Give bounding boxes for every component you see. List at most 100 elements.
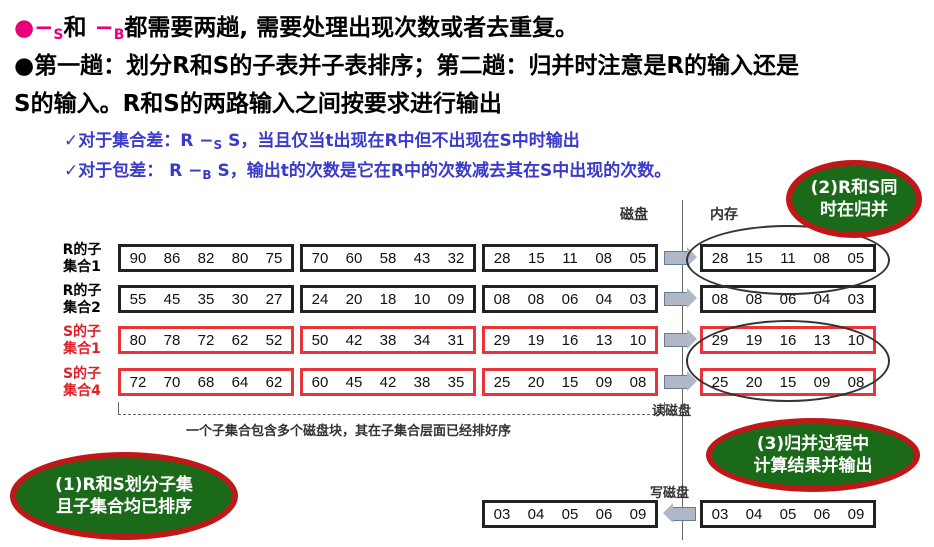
block-value: 25	[493, 373, 511, 391]
memory-value: 03	[847, 290, 865, 308]
block-value: 11	[562, 249, 578, 267]
merge-oval-s	[686, 320, 890, 402]
block-value: 08	[527, 290, 545, 308]
write-disk-label: 写磁盘	[650, 486, 690, 501]
block-value: 19	[527, 331, 545, 349]
read-arrow-icon	[664, 247, 697, 267]
output-value: 06	[813, 505, 831, 523]
block-value: 29	[493, 331, 511, 349]
op-sub-s: S	[53, 27, 64, 43]
op-minus-s: −	[34, 15, 54, 41]
output-value: 09	[629, 505, 647, 523]
block-value: 38	[379, 331, 397, 349]
disk-block: 24 20 18 10 09	[300, 285, 476, 313]
block-value: 60	[311, 373, 329, 391]
block-value: 86	[163, 249, 181, 267]
output-value: 05	[561, 505, 579, 523]
row-label: S的子 集合4	[62, 366, 102, 399]
disk-block: 08 08 06 04 03	[482, 285, 658, 313]
note-1: (1)R和S划分子集 且子集合均已排序	[16, 458, 232, 534]
block-value: 38	[413, 373, 431, 391]
block-value: 78	[163, 331, 181, 349]
block-value: 42	[345, 331, 363, 349]
block-value: 70	[311, 249, 329, 267]
header-mid: 和	[63, 15, 95, 41]
block-value: 62	[265, 373, 283, 391]
output-value: 03	[711, 505, 729, 523]
block-value: 04	[595, 290, 613, 308]
block-value: 32	[447, 249, 465, 267]
block-value: 70	[163, 373, 181, 391]
output-value: 05	[779, 505, 797, 523]
block-value: 15	[561, 373, 579, 391]
row-label: R的子 集合2	[62, 283, 102, 316]
disk-block: 29 19 16 13 10	[482, 326, 658, 354]
block-value: 60	[345, 249, 363, 267]
block-value: 09	[447, 290, 465, 308]
block-value: 35	[447, 373, 465, 391]
read-disk-label: 读磁盘	[652, 404, 692, 419]
read-arrow-icon	[664, 329, 697, 349]
check-bag-difference: ✓对于包差： R −B S，输出t的次数是它在R中的次数减去其在S中出现的次数。	[64, 156, 671, 182]
output-disk-block: 03 04 05 06 09	[482, 500, 658, 528]
disk-block: 55 45 35 30 27	[118, 285, 294, 313]
block-value: 52	[265, 331, 283, 349]
block-value: 62	[231, 331, 249, 349]
disk-block: 60 45 42 38 35	[300, 368, 476, 396]
check-pre: ✓对于集合差：R	[64, 131, 200, 151]
output-value: 04	[745, 505, 763, 523]
note-2: (2)R和S同 时在归并	[792, 166, 916, 232]
block-value: 03	[629, 290, 647, 308]
disk-block: 50 42 38 34 31	[300, 326, 476, 354]
block-value: 13	[595, 331, 613, 349]
block-value: 80	[231, 249, 249, 267]
block-value: 08	[595, 249, 612, 267]
block-value: 72	[197, 331, 215, 349]
block-value: 05	[629, 249, 647, 267]
block-value: 20	[345, 290, 363, 308]
header-line-2: ●第一趟：划分R和S的子表并子表排序；第二趟：归并时注意是R的输入还是	[14, 53, 800, 79]
block-value: 24	[311, 290, 329, 308]
block-value: 10	[413, 290, 431, 308]
block-value: 35	[197, 290, 215, 308]
disk-block: 28 15 11 08 05	[482, 244, 658, 272]
check-post: S，当且仅当t出现在R中但不出现在S中时输出	[222, 131, 580, 151]
op-minus-b: −	[94, 15, 114, 41]
op-sub-b: B	[113, 27, 125, 43]
check-op: −	[188, 161, 203, 181]
block-value: 30	[231, 290, 249, 308]
note-3: (3)归并过程中 计算结果并输出	[712, 424, 914, 486]
check-set-difference: ✓对于集合差：R −S S，当且仅当t出现在R中但不出现在S中时输出	[64, 126, 580, 152]
block-value: 16	[561, 331, 579, 349]
disk-block: 70 60 58 43 32	[300, 244, 476, 272]
output-value: 09	[847, 505, 865, 523]
block-value: 45	[163, 290, 181, 308]
block-value: 43	[413, 249, 431, 267]
block-value: 75	[265, 249, 283, 267]
output-mem-block: 03 04 05 06 09	[700, 500, 876, 528]
memory-label: 内存	[710, 207, 738, 223]
disk-block: 25 20 15 09 08	[482, 368, 658, 396]
block-value: 42	[379, 373, 397, 391]
disk-block: 80 78 72 62 52	[118, 326, 294, 354]
block-value: 20	[527, 373, 545, 391]
block-value: 28	[493, 249, 511, 267]
block-value: 68	[197, 373, 215, 391]
disk-label: 磁盘	[620, 207, 648, 223]
disk-block: 72 70 68 64 62	[118, 368, 294, 396]
block-value: 80	[129, 331, 147, 349]
check-sub: B	[202, 168, 212, 182]
block-value: 55	[129, 290, 147, 308]
check-op: −	[199, 131, 214, 151]
block-value: 27	[265, 290, 283, 308]
block-value: 72	[129, 373, 147, 391]
block-value: 31	[447, 331, 465, 349]
check-post: S，输出t的次数是它在R中的次数减去其在S中出现的次数。	[211, 161, 672, 181]
row-label: S的子 集合1	[62, 324, 102, 357]
memory-value: 08	[711, 290, 729, 308]
brace-note: 一个子集合包含多个磁盘块，其在子集合层面已经排好序	[186, 424, 512, 439]
block-value: 50	[311, 331, 329, 349]
subset-brace	[118, 402, 665, 415]
check-pre: ✓对于包差： R	[64, 161, 189, 181]
block-value: 64	[231, 373, 249, 391]
